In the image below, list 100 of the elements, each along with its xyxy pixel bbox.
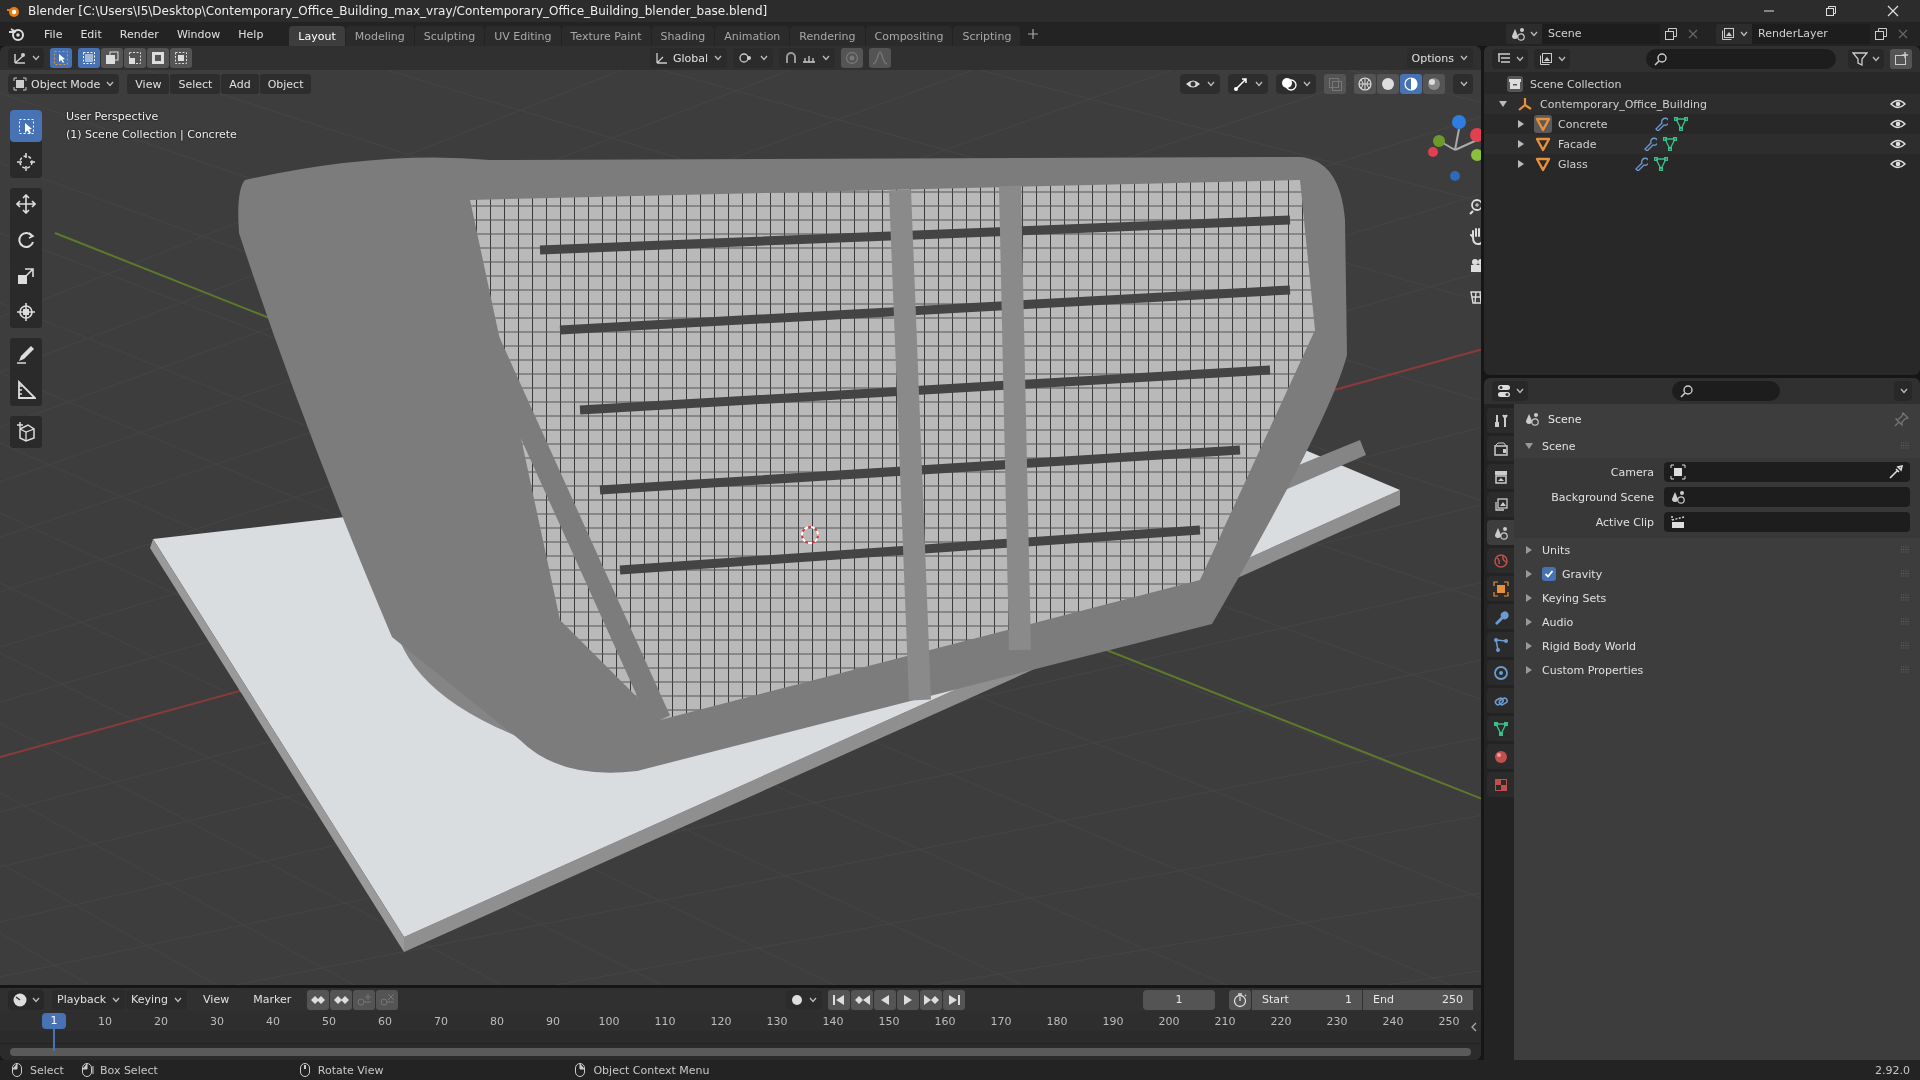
eyedropper-icon[interactable] xyxy=(1888,464,1904,480)
panel-header[interactable]: Audio xyxy=(1542,615,1574,629)
properties-tab[interactable] xyxy=(1487,632,1514,657)
data-block-menu-button[interactable] xyxy=(1506,24,1542,44)
close-icon[interactable] xyxy=(1886,4,1900,18)
new-collection-icon[interactable] xyxy=(1893,51,1909,67)
properties-tab[interactable] xyxy=(1487,716,1514,741)
shading-options-dropdown[interactable] xyxy=(1453,74,1473,94)
start-frame-field[interactable]: Start 1 xyxy=(1252,989,1362,1010)
panel-header[interactable]: Units xyxy=(1542,543,1571,557)
collapsed-arrow-icon[interactable] xyxy=(1524,641,1534,651)
duplicate-icon[interactable] xyxy=(1873,26,1889,42)
tool-add-cube-button[interactable] xyxy=(10,416,42,448)
eye-icon[interactable] xyxy=(1890,118,1906,130)
playhead-frame-indicator[interactable]: 1 xyxy=(42,1013,66,1030)
collapsed-arrow-icon[interactable] xyxy=(1516,139,1526,149)
orientation-dropdown[interactable]: Global xyxy=(650,48,728,68)
expanded-arrow-icon[interactable] xyxy=(1524,441,1534,451)
collapsed-arrow-icon[interactable] xyxy=(1524,569,1534,579)
selection-mode-icon[interactable] xyxy=(127,50,143,66)
pivot-point-dropdown[interactable] xyxy=(733,48,774,68)
collapsed-arrow-icon[interactable] xyxy=(1516,159,1526,169)
drag-handle-icon[interactable] xyxy=(1900,442,1910,450)
menu-item[interactable]: Marker xyxy=(245,990,300,1010)
menu-item[interactable]: View xyxy=(195,990,238,1010)
timeline-scrollbar[interactable] xyxy=(10,1048,1471,1056)
wrench-icon[interactable] xyxy=(1633,157,1648,171)
drag-handle-icon[interactable] xyxy=(1900,642,1910,650)
options-dropdown[interactable]: Options xyxy=(1406,48,1473,68)
drag-handle-icon[interactable] xyxy=(1900,570,1910,578)
eye-icon[interactable] xyxy=(1890,138,1906,150)
scene-name-field[interactable]: Scene xyxy=(1542,24,1660,44)
mesh-data-icon[interactable] xyxy=(1662,137,1677,151)
menu-dropdown[interactable]: Keying xyxy=(126,989,188,1010)
shading-rendered-icon[interactable] xyxy=(1426,76,1442,92)
maximize-icon[interactable] xyxy=(1824,4,1838,18)
workspace-tab[interactable]: Rendering xyxy=(790,26,865,46)
panel-header[interactable]: Custom Properties xyxy=(1542,663,1644,677)
menu-button[interactable]: View xyxy=(127,74,170,94)
tool-select-button[interactable] xyxy=(10,110,42,142)
workspace-tab[interactable]: Sculpting xyxy=(414,26,485,46)
workspace-tab[interactable]: Modeling xyxy=(345,26,414,46)
properties-tab[interactable] xyxy=(1487,464,1514,489)
drag-handle-icon[interactable] xyxy=(1900,666,1910,674)
search-field[interactable] xyxy=(1646,49,1836,69)
workspace-tab[interactable]: Layout xyxy=(289,26,345,46)
duplicate-icon[interactable] xyxy=(1663,26,1679,42)
current-frame-field[interactable]: 1 xyxy=(1143,989,1215,1010)
workspace-tab[interactable]: Compositing xyxy=(865,26,953,46)
menu-button[interactable]: Select xyxy=(170,74,221,94)
overlays-dropdown[interactable] xyxy=(1276,74,1316,94)
workspace-tab[interactable]: Animation xyxy=(715,26,790,46)
menu-item[interactable]: Help xyxy=(230,24,272,44)
menu-item[interactable]: File xyxy=(36,24,71,44)
properties-tab[interactable] xyxy=(1487,520,1514,545)
snap-dropdown[interactable] xyxy=(779,48,836,68)
search-field[interactable] xyxy=(1672,381,1780,401)
expanded-arrow-icon[interactable] xyxy=(1498,99,1508,109)
add-icon[interactable] xyxy=(1027,28,1040,40)
wrench-icon[interactable] xyxy=(1653,117,1668,131)
properties-tab[interactable] xyxy=(1487,436,1514,461)
collapsed-arrow-icon[interactable] xyxy=(1524,545,1534,555)
outliner-item[interactable]: Concrete xyxy=(1558,117,1608,131)
properties-tab[interactable] xyxy=(1487,660,1514,685)
panel-header[interactable]: Keying Sets xyxy=(1542,591,1607,605)
shading-material-icon[interactable] xyxy=(1403,76,1419,92)
mesh-data-icon[interactable] xyxy=(1673,117,1688,131)
selection-mode-icon[interactable] xyxy=(81,50,97,66)
mode-dropdown[interactable]: Object Mode xyxy=(8,74,120,94)
checkbox[interactable] xyxy=(1542,567,1556,581)
editor-type-button[interactable] xyxy=(8,48,44,68)
collapsed-arrow-icon[interactable] xyxy=(1524,665,1534,675)
workspace-tab[interactable]: UV Editing xyxy=(485,26,561,46)
editor-type-button[interactable] xyxy=(8,989,44,1010)
menu-item[interactable]: Edit xyxy=(72,24,110,44)
selection-mode-icon[interactable] xyxy=(150,50,166,66)
shading-solid-icon[interactable] xyxy=(1380,76,1396,92)
clip-field[interactable] xyxy=(1664,512,1910,532)
properties-tab[interactable] xyxy=(1487,688,1514,713)
panel-header[interactable]: Gravity xyxy=(1562,567,1603,581)
menu-item[interactable]: Render xyxy=(111,24,167,44)
display-mode-dropdown[interactable] xyxy=(1492,49,1528,69)
record-dropdown[interactable] xyxy=(786,989,823,1010)
menu-dropdown[interactable]: Playback xyxy=(52,989,126,1010)
eye-icon[interactable] xyxy=(1890,158,1906,170)
drag-handle-icon[interactable] xyxy=(1900,618,1910,626)
drag-handle-icon[interactable] xyxy=(1900,546,1910,554)
menu-button[interactable]: Object xyxy=(259,74,312,94)
properties-tab[interactable] xyxy=(1487,576,1514,601)
shading-wireframe-icon[interactable] xyxy=(1357,76,1373,92)
visibility-dropdown[interactable] xyxy=(1180,74,1220,94)
properties-tab[interactable] xyxy=(1487,604,1514,629)
eye-icon[interactable] xyxy=(1890,98,1906,110)
wrench-icon[interactable] xyxy=(1642,137,1657,151)
select-cursor-icon[interactable] xyxy=(53,50,69,66)
collapsed-arrow-icon[interactable] xyxy=(1516,119,1526,129)
menu-item[interactable]: Window xyxy=(168,24,229,44)
camera-field[interactable] xyxy=(1664,462,1910,482)
selection-mode-icon[interactable] xyxy=(173,50,189,66)
gizmo-dropdown[interactable] xyxy=(1228,74,1268,94)
